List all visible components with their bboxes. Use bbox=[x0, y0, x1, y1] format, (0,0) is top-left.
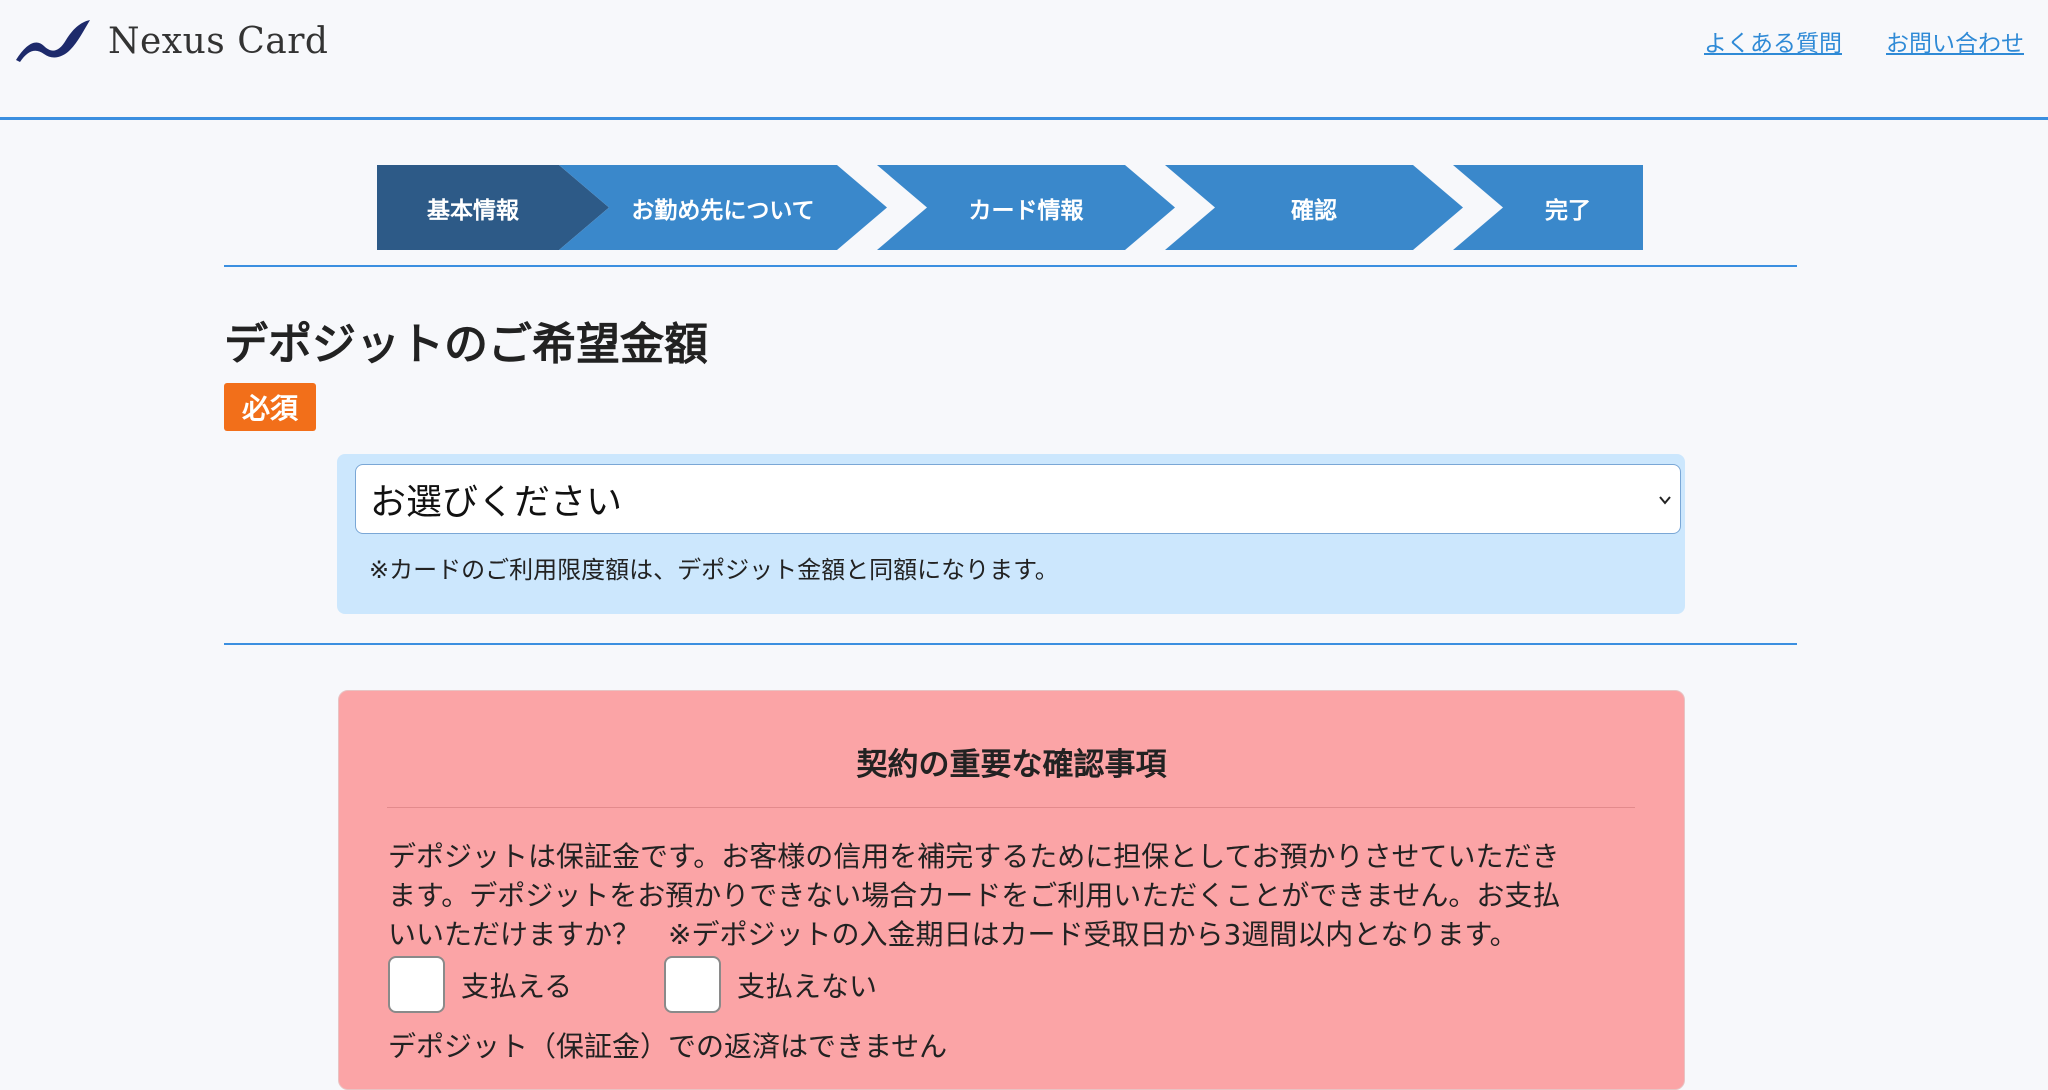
bird-logo-icon bbox=[16, 20, 90, 62]
deposit-title: デポジットのご希望金額 bbox=[224, 319, 708, 370]
section-divider bbox=[224, 643, 1797, 645]
step-confirm: 確認 bbox=[1165, 165, 1463, 250]
step-label: 基本情報 bbox=[427, 197, 519, 224]
step-label: 完了 bbox=[1545, 197, 1591, 224]
select-value: お選びください bbox=[370, 482, 623, 523]
logo[interactable]: Nexus Card bbox=[14, 16, 328, 66]
step-card-info: カード情報 bbox=[877, 165, 1175, 250]
progress-stepper: 基本情報 お勤め先について カード情報 確認 完了 bbox=[377, 165, 1643, 250]
contract-line: ます。デポジットをお預かりできない場合カードをご利用いただくことができません。お… bbox=[388, 879, 1561, 912]
deposit-select-panel: お選びください ※カードのご利用限度額は、デポジット金額と同額になります。 bbox=[337, 454, 1685, 614]
contract-line: デポジットは保証金です。お客様の信用を補完するために担保としてお預かりさせていた… bbox=[388, 840, 1560, 873]
contract-title: 契約の重要な確認事項 bbox=[856, 747, 1167, 783]
chevron-down-icon bbox=[1659, 496, 1671, 505]
step-label: お勤め先について bbox=[631, 197, 815, 224]
option-can-pay[interactable]: 支払える bbox=[388, 956, 572, 1013]
limit-note: ※カードのご利用限度額は、デポジット金額と同額になります。 bbox=[369, 556, 1059, 584]
top-links: よくある質問 お問い合わせ bbox=[1704, 24, 2024, 58]
logo-text: Nexus Card bbox=[108, 20, 329, 62]
cannot-pay-label: 支払えない bbox=[737, 969, 878, 1003]
contract-line: いいただけますか？ ※デポジットの入金期日はカード受取日から3週間以内となります… bbox=[388, 918, 1518, 951]
contract-rule bbox=[387, 807, 1635, 808]
site-header: Nexus Card よくある質問 お問い合わせ bbox=[0, 0, 2048, 120]
can-pay-label: 支払える bbox=[461, 969, 573, 1003]
contract-text: デポジットは保証金です。お客様の信用を補完するために担保としてお預かりさせていた… bbox=[388, 837, 1638, 954]
step-employer: お勤め先について bbox=[559, 165, 887, 250]
required-badge: 必須 bbox=[224, 383, 316, 431]
can-pay-checkbox[interactable] bbox=[388, 956, 445, 1013]
section-divider bbox=[224, 265, 1797, 267]
step-label: カード情報 bbox=[968, 197, 1084, 224]
repayment-note: デポジット（保証金）での返済はできません bbox=[388, 1030, 948, 1063]
contract-notice-panel: 契約の重要な確認事項 デポジットは保証金です。お客様の信用を補完するために担保と… bbox=[338, 690, 1685, 1090]
option-cannot-pay[interactable]: 支払えない bbox=[664, 956, 877, 1013]
faq-link[interactable]: よくある質問 bbox=[1704, 24, 1842, 58]
step-label: 確認 bbox=[1291, 197, 1337, 224]
contact-link[interactable]: お問い合わせ bbox=[1886, 24, 2024, 58]
deposit-amount-select[interactable]: お選びください bbox=[355, 464, 1681, 534]
cannot-pay-checkbox[interactable] bbox=[664, 956, 721, 1013]
step-complete: 完了 bbox=[1453, 165, 1643, 250]
